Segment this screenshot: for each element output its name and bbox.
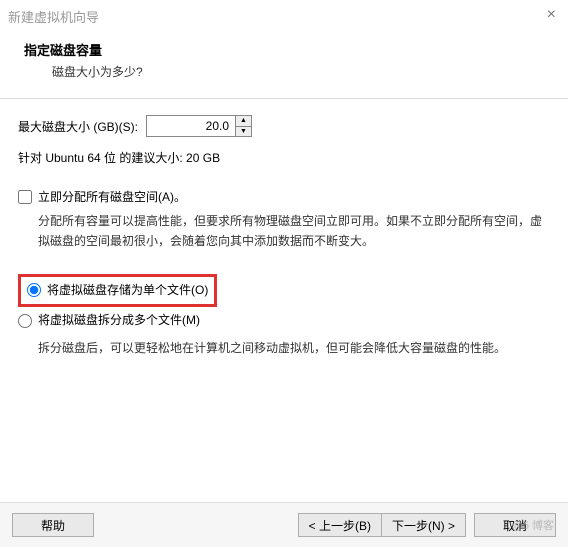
page-subtitle: 磁盘大小为多少? <box>24 63 544 80</box>
divider <box>0 98 568 99</box>
wizard-header: 指定磁盘容量 磁盘大小为多少? <box>0 32 568 92</box>
store-split-label: 将虚拟磁盘拆分成多个文件(M) <box>38 311 200 330</box>
store-split-radio[interactable] <box>18 314 32 328</box>
disk-size-spinner[interactable]: ▲ ▼ <box>146 115 252 137</box>
disk-size-row: 最大磁盘大小 (GB)(S): ▲ ▼ <box>18 115 550 137</box>
store-single-radio[interactable] <box>27 283 41 297</box>
highlight-box: 将虚拟磁盘存储为单个文件(O) <box>18 274 217 307</box>
recommend-text: 针对 Ubuntu 64 位 的建议大小: 20 GB <box>18 149 550 166</box>
spinner-buttons: ▲ ▼ <box>235 116 251 136</box>
store-split-row: 将虚拟磁盘拆分成多个文件(M) <box>18 311 550 330</box>
store-split-desc: 拆分磁盘后，可以更轻松地在计算机之间移动虚拟机，但可能会降低大容量磁盘的性能。 <box>18 338 550 358</box>
help-button[interactable]: 帮助 <box>12 513 94 537</box>
titlebar: 新建虚拟机向导 × <box>0 0 568 32</box>
spinner-up-icon[interactable]: ▲ <box>236 116 251 127</box>
allocate-checkbox[interactable] <box>18 190 32 204</box>
next-button[interactable]: 下一步(N) > <box>382 513 466 537</box>
window-title: 新建虚拟机向导 <box>8 7 99 26</box>
allocate-label: 立即分配所有磁盘空间(A)。 <box>38 188 186 205</box>
page-title: 指定磁盘容量 <box>24 40 544 59</box>
wizard-content: 最大磁盘大小 (GB)(S): ▲ ▼ 针对 Ubuntu 64 位 的建议大小… <box>0 115 568 359</box>
allocate-desc: 分配所有容量可以提高性能，但要求所有物理磁盘空间立即可用。如果不立即分配所有空间… <box>18 211 550 252</box>
spinner-down-icon[interactable]: ▼ <box>236 127 251 137</box>
close-icon[interactable]: × <box>547 6 556 24</box>
disk-size-input[interactable] <box>147 116 235 136</box>
back-button[interactable]: < 上一步(B) <box>298 513 382 537</box>
disk-size-label: 最大磁盘大小 (GB)(S): <box>18 118 138 135</box>
cancel-button[interactable]: 取消 <box>474 513 556 537</box>
store-single-row: 将虚拟磁盘存储为单个文件(O) <box>27 281 208 300</box>
wizard-footer: 帮助 < 上一步(B) 下一步(N) > 取消 <box>0 502 568 547</box>
store-single-label: 将虚拟磁盘存储为单个文件(O) <box>47 281 208 300</box>
allocate-checkbox-row: 立即分配所有磁盘空间(A)。 <box>18 188 550 205</box>
